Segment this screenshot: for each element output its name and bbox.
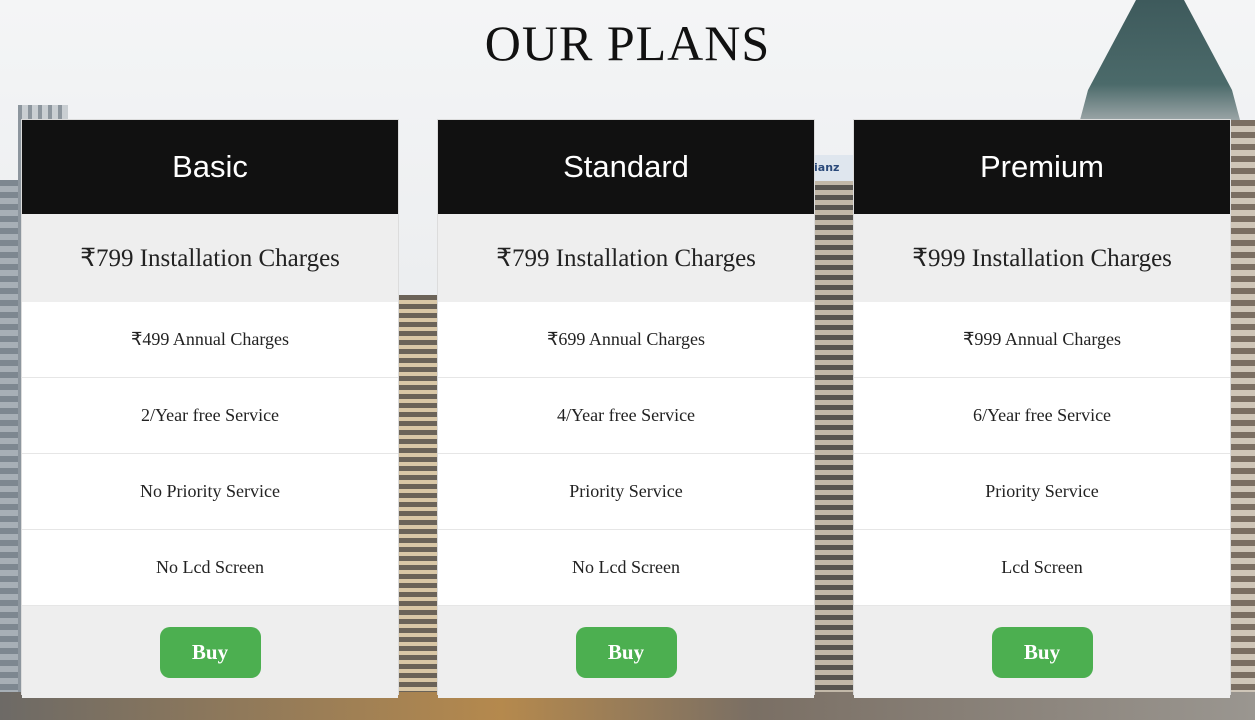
plan-card-premium: Premium ₹999 Installation Charges ₹999 A…: [854, 120, 1230, 698]
priority-service: No Priority Service: [22, 454, 398, 530]
plan-footer: Buy: [438, 606, 814, 698]
installation-charges: ₹999 Installation Charges: [854, 214, 1230, 302]
plan-name: Standard: [438, 120, 814, 214]
plan-footer: Buy: [854, 606, 1230, 698]
buy-button-basic[interactable]: Buy: [159, 626, 261, 678]
annual-charges: ₹699 Annual Charges: [438, 302, 814, 378]
buy-button-premium[interactable]: Buy: [991, 626, 1093, 678]
plan-name: Basic: [22, 120, 398, 214]
free-service: 6/Year free Service: [854, 378, 1230, 454]
page-title: OUR PLANS: [484, 15, 771, 71]
plans-container: Basic ₹799 Installation Charges ₹499 Ann…: [0, 120, 1255, 698]
lcd-screen: No Lcd Screen: [438, 530, 814, 606]
plan-card-standard: Standard ₹799 Installation Charges ₹699 …: [438, 120, 814, 698]
plan-footer: Buy: [22, 606, 398, 698]
lcd-screen: No Lcd Screen: [22, 530, 398, 606]
installation-charges: ₹799 Installation Charges: [22, 214, 398, 302]
installation-charges: ₹799 Installation Charges: [438, 214, 814, 302]
plan-name: Premium: [854, 120, 1230, 214]
annual-charges: ₹999 Annual Charges: [854, 302, 1230, 378]
free-service: 4/Year free Service: [438, 378, 814, 454]
buy-button-standard[interactable]: Buy: [575, 626, 677, 678]
annual-charges: ₹499 Annual Charges: [22, 302, 398, 378]
priority-service: Priority Service: [854, 454, 1230, 530]
plan-card-basic: Basic ₹799 Installation Charges ₹499 Ann…: [22, 120, 398, 698]
lcd-screen: Lcd Screen: [854, 530, 1230, 606]
priority-service: Priority Service: [438, 454, 814, 530]
free-service: 2/Year free Service: [22, 378, 398, 454]
